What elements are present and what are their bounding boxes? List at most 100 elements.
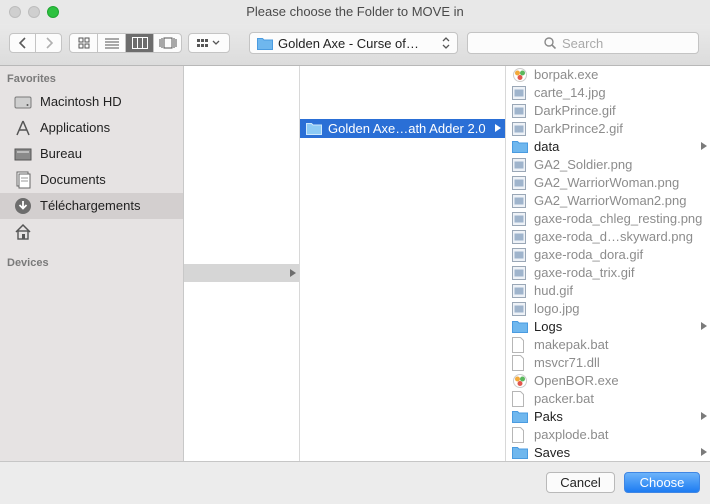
back-button[interactable] [10, 34, 36, 52]
column-1-selected-row[interactable] [184, 264, 299, 282]
icon-view-button[interactable] [70, 34, 98, 52]
image-file-icon [512, 301, 528, 317]
file-name: msvcr71.dll [534, 355, 600, 370]
file-name: gaxe-roda_trix.gif [534, 265, 635, 280]
browser-column-3[interactable]: borpak.exe carte_14.jpg DarkPrince.gif Dark… [506, 66, 710, 461]
list-icon [104, 38, 119, 49]
coverflow-icon [159, 37, 176, 49]
image-file-icon [512, 121, 528, 137]
disclosure-arrow-icon [701, 448, 707, 456]
file-row[interactable]: gaxe-roda_dora.gif [506, 246, 710, 264]
file-name: carte_14.jpg [534, 85, 606, 100]
file-name: GA2_WarriorWoman2.png [534, 193, 687, 208]
file-row[interactable]: GA2_Soldier.png [506, 156, 710, 174]
image-file-icon [512, 211, 528, 227]
back-forward-control [9, 33, 62, 53]
title-bar: Please choose the Folder to MOVE in [0, 0, 710, 24]
image-file-icon [512, 85, 528, 101]
sidebar-item-label: Macintosh HD [40, 94, 122, 109]
file-row[interactable]: DarkPrince.gif [506, 102, 710, 120]
folder-icon [306, 123, 322, 135]
view-mode-control [69, 33, 182, 53]
file-name: gaxe-roda_chleg_resting.png [534, 211, 703, 226]
file-row[interactable]: makepak.bat [506, 336, 710, 354]
file-row[interactable]: OpenBOR.exe [506, 372, 710, 390]
folder-icon [512, 139, 528, 155]
sidebar-item-telechargements[interactable]: Téléchargements [0, 193, 183, 219]
file-row[interactable]: logo.jpg [506, 300, 710, 318]
zoom-window-button[interactable] [47, 6, 59, 18]
forward-button[interactable] [36, 34, 61, 52]
favorites-header: Favorites [7, 73, 56, 85]
image-file-icon [512, 103, 528, 119]
updown-arrows-icon [442, 37, 450, 49]
image-file-icon [512, 157, 528, 173]
path-popup[interactable]: Golden Axe - Curse of… [249, 32, 458, 54]
document-icon [512, 427, 528, 443]
coverflow-view-button[interactable] [154, 34, 181, 52]
documents-icon [16, 171, 31, 189]
app-icon [512, 67, 528, 83]
browser-column-1[interactable] [184, 66, 300, 461]
file-row[interactable]: gaxe-roda_chleg_resting.png [506, 210, 710, 228]
file-name: Paks [534, 409, 563, 424]
folder-row[interactable]: Paks [506, 408, 710, 426]
file-row[interactable]: gaxe-roda_d…skyward.png [506, 228, 710, 246]
folder-row[interactable]: data [506, 138, 710, 156]
search-icon [544, 37, 556, 49]
sidebar-item-label: Applications [40, 120, 111, 135]
sidebar-item-label: Bureau [40, 146, 82, 161]
sidebar-item-label: Téléchargements [40, 198, 141, 213]
sidebar-item-macintosh-hd[interactable]: Macintosh HD [0, 89, 183, 115]
file-row[interactable]: GA2_WarriorWoman2.png [506, 192, 710, 210]
cancel-button[interactable]: Cancel [546, 472, 615, 493]
window-title: Please choose the Folder to MOVE in [246, 4, 464, 19]
folder-row[interactable]: Saves [506, 444, 710, 462]
minimize-window-button[interactable] [28, 6, 40, 18]
folder-icon [257, 38, 273, 50]
selected-folder-row[interactable]: Golden Axe…ath Adder 2.0 [300, 119, 505, 138]
sidebar-item-bureau[interactable]: Bureau [0, 141, 183, 167]
disclosure-arrow-icon [701, 412, 707, 420]
sidebar-item-home[interactable] [0, 219, 183, 245]
file-row[interactable]: borpak.exe [506, 66, 710, 84]
close-window-button[interactable] [9, 6, 21, 18]
folder-icon [512, 409, 528, 425]
browser-column-2[interactable]: Golden Axe…ath Adder 2.0 [300, 66, 506, 461]
document-icon [512, 391, 528, 407]
sidebar-item-applications[interactable]: Applications [0, 115, 183, 141]
arrange-button[interactable] [188, 33, 230, 53]
file-name: gaxe-roda_dora.gif [534, 247, 644, 262]
app-icon [512, 373, 528, 389]
file-row[interactable]: paxplode.bat [506, 426, 710, 444]
choose-button[interactable]: Choose [624, 472, 700, 493]
file-row[interactable]: carte_14.jpg [506, 84, 710, 102]
list-view-button[interactable] [98, 34, 126, 52]
file-row[interactable]: DarkPrince2.gif [506, 120, 710, 138]
document-icon [512, 337, 528, 353]
file-name: packer.bat [534, 391, 594, 406]
file-row[interactable]: packer.bat [506, 390, 710, 408]
column-view-button[interactable] [126, 34, 154, 52]
sidebar-item-documents[interactable]: Documents [0, 167, 183, 193]
file-row[interactable]: GA2_WarriorWoman.png [506, 174, 710, 192]
applications-icon [16, 120, 30, 136]
folder-row[interactable]: Logs [506, 318, 710, 336]
image-file-icon [512, 283, 528, 299]
sidebar-item-label: Documents [40, 172, 106, 187]
chevron-left-icon [18, 37, 26, 49]
disclosure-arrow-icon [290, 269, 296, 277]
file-name: GA2_WarriorWoman.png [534, 175, 680, 190]
file-row[interactable]: msvcr71.dll [506, 354, 710, 372]
file-row[interactable]: hud.gif [506, 282, 710, 300]
file-name: borpak.exe [534, 67, 599, 82]
file-name: gaxe-roda_d…skyward.png [534, 229, 693, 244]
sidebar: Favorites Macintosh HD Applications Bure… [0, 66, 184, 461]
file-name: Logs [534, 319, 563, 334]
file-name: makepak.bat [534, 337, 609, 352]
search-input[interactable]: Search [467, 32, 699, 54]
toolbar: Golden Axe - Curse of… Search [0, 24, 710, 66]
file-name: DarkPrince2.gif [534, 121, 623, 136]
arrange-grid-icon [197, 39, 220, 47]
file-row[interactable]: gaxe-roda_trix.gif [506, 264, 710, 282]
